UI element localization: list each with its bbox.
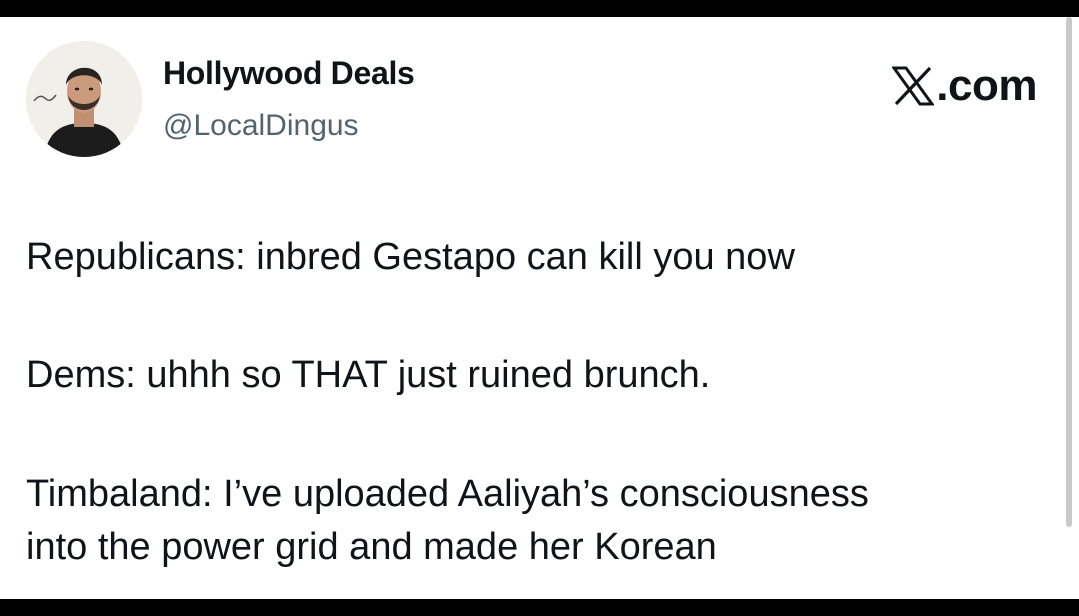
author-display-name[interactable]: Hollywood Deals: [163, 55, 415, 92]
screenshot-frame: Hollywood Deals @LocalDingus .com Republ…: [0, 0, 1079, 616]
brand-domain-label: .com: [936, 61, 1037, 110]
scrollbar-thumb[interactable]: [1066, 17, 1072, 527]
x-logo-icon: [892, 66, 935, 106]
post-text-line: Republicans: inbred Gestapo can kill you…: [26, 236, 795, 278]
post-text-line: into the power grid and made her Korean: [26, 526, 717, 568]
author-handle[interactable]: @LocalDingus: [163, 109, 359, 143]
author-avatar[interactable]: [26, 41, 142, 157]
post-card: Hollywood Deals @LocalDingus .com Republ…: [0, 17, 1079, 599]
x-brand: .com: [892, 61, 1037, 111]
post-text-line: Timbaland: I’ve uploaded Aaliyah’s consc…: [26, 473, 869, 515]
post-text-line: Dems: uhhh so THAT just ruined brunch.: [26, 354, 711, 396]
avatar-photo: [26, 41, 142, 157]
